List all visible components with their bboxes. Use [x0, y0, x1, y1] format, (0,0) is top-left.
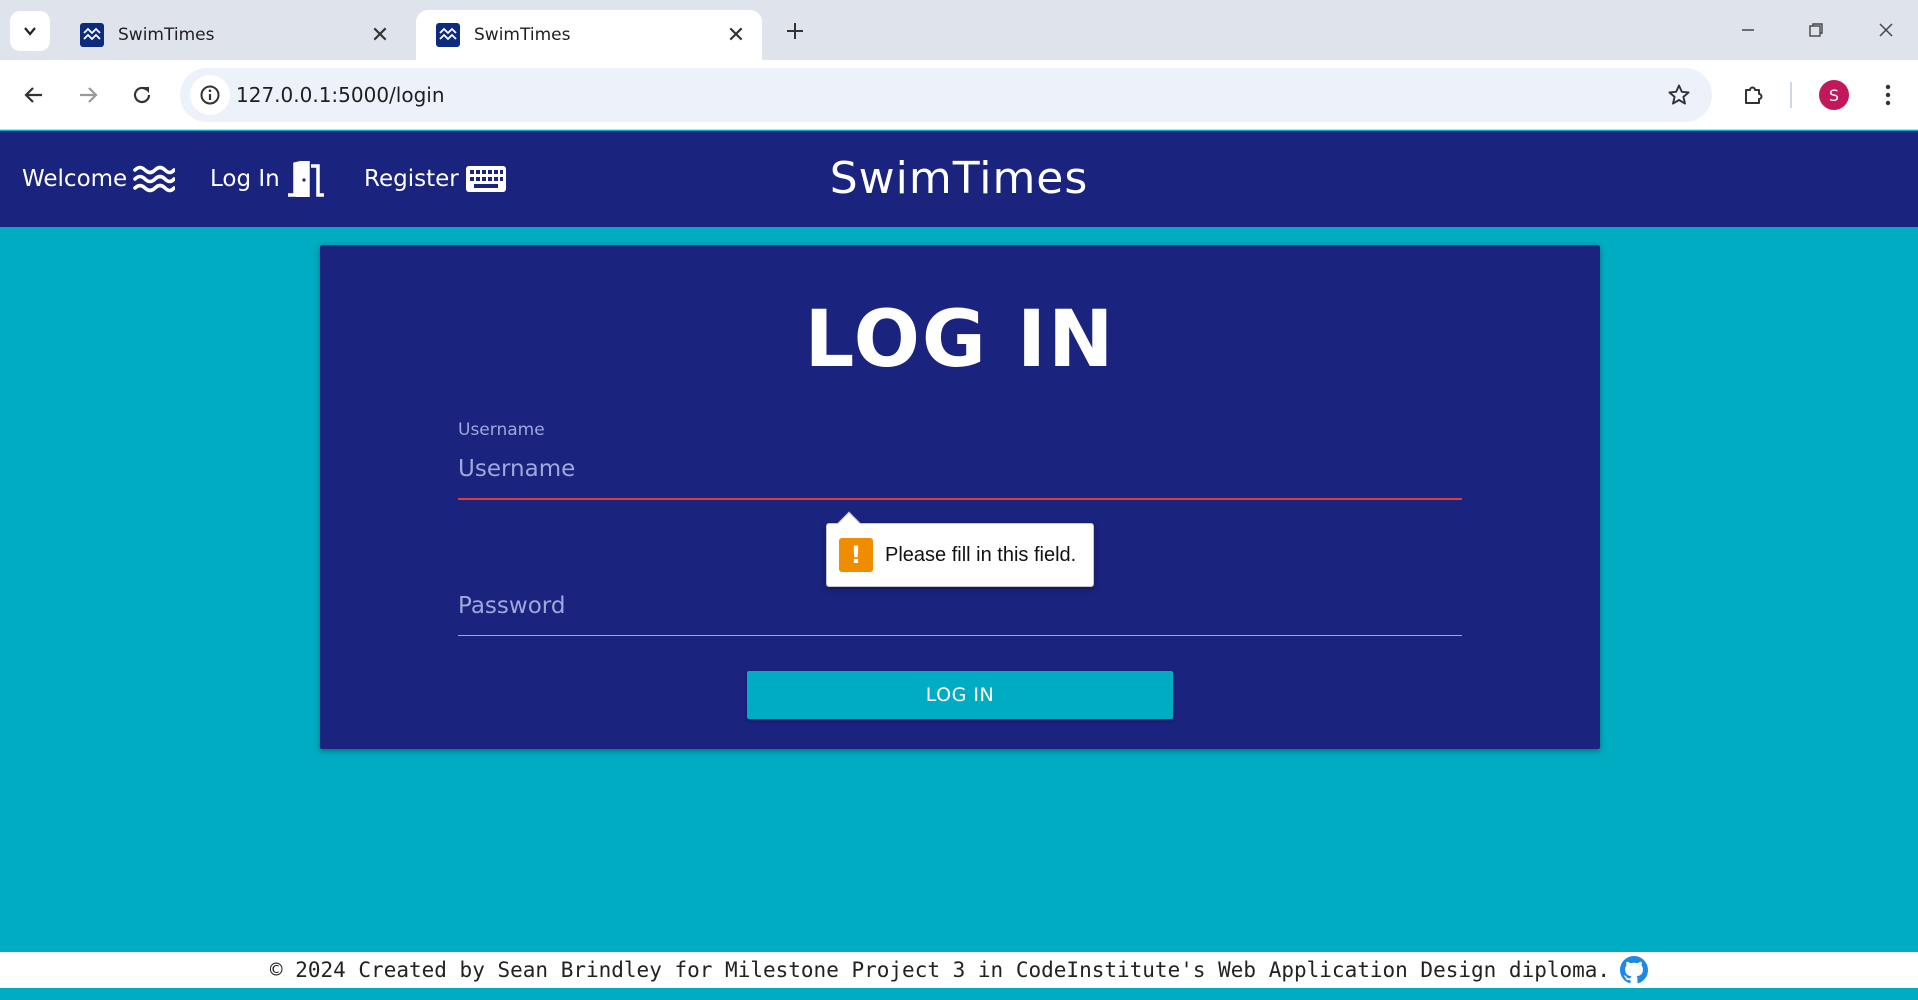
minimize-button[interactable] [1724, 12, 1772, 48]
page-title: LOG IN [804, 295, 1116, 385]
github-icon[interactable] [1620, 956, 1649, 984]
more-vertical-icon [1885, 84, 1891, 106]
password-input[interactable] [458, 583, 1462, 629]
login-submit-button[interactable]: LOG IN [747, 671, 1173, 719]
site-footer: © 2024 Created by Sean Brindley for Mile… [0, 952, 1918, 988]
username-field: Username [458, 420, 1462, 500]
restore-button[interactable] [1792, 12, 1840, 48]
star-icon [1668, 84, 1690, 105]
minimize-icon [1742, 29, 1754, 31]
url-text[interactable]: 127.0.0.1:5000/login [236, 68, 445, 122]
username-label: Username [458, 420, 545, 440]
site-info-button[interactable] [190, 75, 230, 115]
validation-message: Please fill in this field. [885, 543, 1077, 566]
footer-text: © 2024 Created by Sean Brindley for Mile… [269, 958, 1611, 982]
bookmark-star-button[interactable] [1664, 80, 1694, 110]
swimtimes-favicon-icon [80, 23, 104, 47]
extensions-button[interactable] [1734, 75, 1774, 115]
back-button[interactable] [14, 75, 54, 115]
profile-button[interactable]: S [1814, 75, 1854, 115]
info-icon [200, 85, 220, 105]
swimtimes-favicon-icon [436, 23, 460, 47]
close-tab-icon[interactable]: ✕ [368, 23, 392, 48]
new-tab-button[interactable] [778, 14, 812, 48]
tab-title: SwimTimes [474, 25, 571, 45]
tab-title: SwimTimes [118, 25, 215, 45]
close-icon [1879, 23, 1893, 37]
password-field [458, 583, 1462, 636]
toolbar-divider [1790, 82, 1792, 108]
site-brand-logo[interactable]: SwimTimes [0, 153, 1918, 204]
browser-menu-button[interactable] [1868, 75, 1908, 115]
warning-icon: ! [839, 538, 873, 572]
address-bar[interactable]: 127.0.0.1:5000/login [180, 68, 1712, 122]
arrow-left-icon [24, 87, 42, 103]
browser-tab-2[interactable]: SwimTimes ✕ [416, 10, 762, 60]
login-card: LOG IN Username ! Please fill in this fi… [320, 245, 1600, 749]
plus-icon [787, 23, 803, 39]
reload-button[interactable] [122, 75, 162, 115]
tooltip-arrow [837, 511, 861, 535]
arrow-right-icon [80, 87, 98, 103]
browser-tab-1[interactable]: SwimTimes ✕ [60, 10, 406, 60]
avatar: S [1819, 80, 1849, 110]
close-tab-icon[interactable]: ✕ [724, 23, 748, 48]
username-input[interactable] [458, 446, 1462, 492]
tab-search-button[interactable] [10, 11, 50, 51]
username-underline [458, 498, 1462, 500]
close-window-button[interactable] [1862, 12, 1910, 48]
validation-tooltip: ! Please fill in this field. [826, 511, 1094, 587]
forward-button[interactable] [68, 75, 108, 115]
password-underline [458, 635, 1462, 636]
reload-icon [133, 86, 151, 104]
browser-tab-strip: SwimTimes ✕ SwimTimes ✕ [0, 0, 1918, 60]
restore-icon [1809, 23, 1823, 37]
puzzle-icon [1745, 86, 1763, 104]
site-navbar: Welcome Log In Register SwimTimes [0, 131, 1918, 227]
browser-toolbar: 127.0.0.1:5000/login S [0, 60, 1918, 130]
chevron-down-icon [24, 27, 36, 36]
